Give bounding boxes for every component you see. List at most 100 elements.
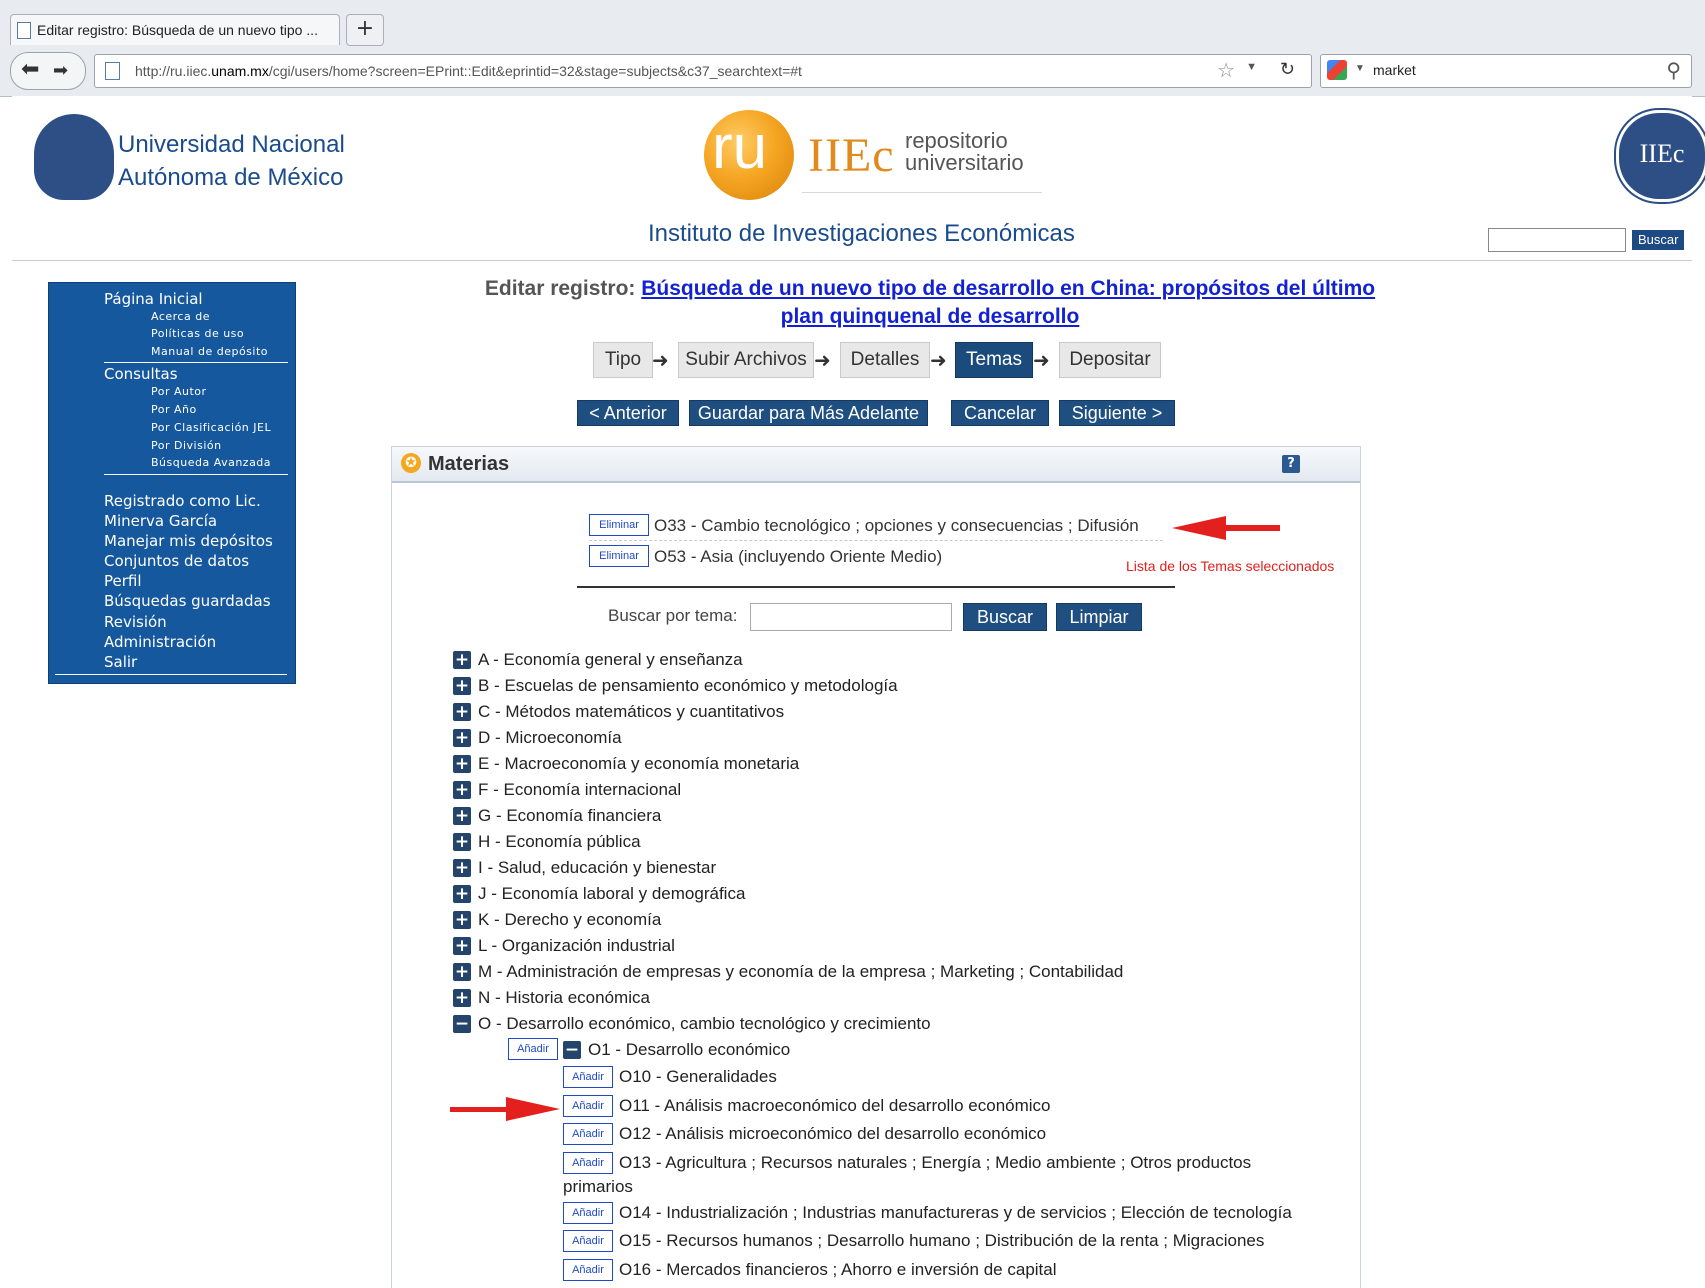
tree-item[interactable]: L - Organización industrial xyxy=(478,936,675,956)
subject-search-input[interactable] xyxy=(750,603,952,631)
sidebar-item-saved-searches[interactable]: Búsquedas guardadas xyxy=(104,592,271,610)
university-line1: Universidad Nacional xyxy=(118,131,345,158)
tree-item[interactable]: I - Salud, educación y bienestar xyxy=(478,858,716,878)
search-by-subject-label: Buscar por tema: xyxy=(608,606,738,625)
collapse-icon[interactable]: − xyxy=(563,1041,581,1059)
tree-item[interactable]: J - Economía laboral y demográfica xyxy=(478,884,745,904)
expand-icon[interactable]: + xyxy=(453,729,471,747)
sidebar-subitem-by-division[interactable]: Por División xyxy=(151,439,222,452)
clear-button[interactable]: Limpiar xyxy=(1056,603,1142,631)
sidebar-item-manage-deposits[interactable]: Manejar mis depósitos xyxy=(104,532,273,550)
next-button[interactable]: Siguiente > xyxy=(1059,400,1175,426)
expand-icon[interactable]: + xyxy=(453,677,471,695)
bookmark-star-icon[interactable]: ☆ xyxy=(1217,58,1235,83)
add-button[interactable]: Añadir xyxy=(508,1038,558,1060)
header-search-input[interactable] xyxy=(1488,228,1626,252)
tree-item[interactable]: D - Microeconomía xyxy=(478,728,622,748)
new-tab-button[interactable]: + xyxy=(346,14,384,46)
sidebar-subitem-by-jel[interactable]: Por Clasificación JEL xyxy=(151,421,271,434)
sidebar-item-datasets[interactable]: Conjuntos de datos xyxy=(104,552,249,570)
expand-icon[interactable]: + xyxy=(453,703,471,721)
expand-icon[interactable]: + xyxy=(453,859,471,877)
remove-button[interactable]: Eliminar xyxy=(589,514,649,536)
browser-search-bar[interactable]: ▼ market ⚲ xyxy=(1320,54,1692,88)
expand-icon[interactable]: + xyxy=(453,755,471,773)
expand-icon[interactable]: + xyxy=(453,833,471,851)
chevron-down-icon[interactable]: ▼ xyxy=(1355,63,1365,74)
magnifier-icon[interactable]: ⚲ xyxy=(1666,58,1681,83)
unam-seal-logo xyxy=(34,114,114,200)
record-title-link[interactable]: Búsqueda de un nuevo tipo de desarrollo … xyxy=(641,277,1375,300)
collapse-icon[interactable]: − xyxy=(453,1015,471,1033)
stage-tipo[interactable]: Tipo xyxy=(593,342,653,378)
add-button[interactable]: Añadir xyxy=(563,1152,613,1174)
expand-icon[interactable]: + xyxy=(453,989,471,1007)
tree-item[interactable]: O - Desarrollo económico, cambio tecnoló… xyxy=(478,1014,931,1034)
sidebar-item-admin[interactable]: Administración xyxy=(104,633,216,651)
header-search-button[interactable]: Buscar xyxy=(1632,230,1685,250)
sidebar-item-profile[interactable]: Perfil xyxy=(104,572,142,590)
tree-item[interactable]: G - Economía financiera xyxy=(478,806,661,826)
tree-item[interactable]: N - Historia económica xyxy=(478,988,650,1008)
add-button[interactable]: Añadir xyxy=(563,1259,613,1281)
tree-item[interactable]: H - Economía pública xyxy=(478,832,641,852)
tree-item[interactable]: K - Derecho y economía xyxy=(478,910,661,930)
sidebar-subitem-about[interactable]: Acerca de xyxy=(151,310,210,323)
google-icon[interactable] xyxy=(1327,60,1347,80)
record-title-link-line2[interactable]: plan quinquenal de desarrollo xyxy=(781,305,1080,328)
sidebar-item-review[interactable]: Revisión xyxy=(104,613,167,631)
add-button[interactable]: Añadir xyxy=(563,1230,613,1252)
materias-header: ✪ Materias ? xyxy=(392,447,1360,483)
expand-icon[interactable]: + xyxy=(453,651,471,669)
forward-arrow-icon[interactable]: ➡ xyxy=(53,60,68,81)
add-button[interactable]: Añadir xyxy=(563,1095,613,1117)
iiec-seal-logo: IIEc xyxy=(1616,110,1705,202)
sidebar-divider xyxy=(55,674,287,675)
tree-item[interactable]: F - Economía internacional xyxy=(478,780,681,800)
stage-temas[interactable]: Temas xyxy=(955,342,1033,378)
sidebar-item-logout[interactable]: Salir xyxy=(104,653,137,671)
add-button[interactable]: Añadir xyxy=(563,1066,613,1088)
arrow-right-icon: ➜ xyxy=(652,348,669,372)
chevron-down-icon[interactable]: ▼ xyxy=(1246,61,1257,73)
tree-item[interactable]: M - Administración de empresas y economí… xyxy=(478,962,1123,982)
university-name[interactable]: Universidad Nacional Autónoma de México xyxy=(118,128,345,194)
previous-button[interactable]: < Anterior xyxy=(577,400,679,426)
sidebar-subitem-by-year[interactable]: Por Año xyxy=(151,403,197,416)
sidebar-item-home[interactable]: Página Inicial xyxy=(104,290,203,308)
tree-item[interactable]: O1 - Desarrollo económico xyxy=(588,1040,790,1060)
browser-tab[interactable]: Editar registro: Búsqueda de un nuevo ti… xyxy=(10,14,340,45)
expand-icon[interactable]: + xyxy=(453,781,471,799)
expand-icon[interactable]: + xyxy=(453,911,471,929)
stage-depositar[interactable]: Depositar xyxy=(1059,342,1161,378)
cancel-button[interactable]: Cancelar xyxy=(951,400,1049,426)
tree-item[interactable]: B - Escuelas de pensamiento económico y … xyxy=(478,676,898,696)
sidebar-subitem-policies[interactable]: Políticas de uso xyxy=(151,327,244,340)
remove-button[interactable]: Eliminar xyxy=(589,545,649,567)
page-icon xyxy=(17,22,31,39)
tree-item[interactable]: E - Macroeconomía y economía monetaria xyxy=(478,754,799,774)
tree-item[interactable]: A - Economía general y enseñanza xyxy=(478,650,743,670)
subject-search-button[interactable]: Buscar xyxy=(963,603,1047,631)
add-button[interactable]: Añadir xyxy=(563,1123,613,1145)
expand-icon[interactable]: + xyxy=(453,963,471,981)
tree-item[interactable]: C - Métodos matemáticos y cuantitativos xyxy=(478,702,784,722)
search-value: market xyxy=(1373,62,1416,78)
stage-subir-archivos[interactable]: Subir Archivos xyxy=(678,342,814,378)
sidebar-subitem-advanced-search[interactable]: Búsqueda Avanzada xyxy=(151,456,271,469)
sidebar-item-consultas[interactable]: Consultas xyxy=(104,365,178,383)
tree-item: O14 - Industrialización ; Industrias man… xyxy=(619,1203,1292,1222)
stage-detalles[interactable]: Detalles xyxy=(840,342,930,378)
sidebar-subitem-by-author[interactable]: Por Autor xyxy=(151,385,207,398)
expand-icon[interactable]: + xyxy=(453,885,471,903)
address-bar[interactable]: http://ru.iiec.unam.mx/cgi/users/home?sc… xyxy=(94,54,1312,88)
back-arrow-icon[interactable]: ⬅ xyxy=(21,57,39,82)
sidebar-subitem-manual[interactable]: Manual de depósito xyxy=(151,345,268,358)
expand-icon[interactable]: + xyxy=(453,937,471,955)
expand-icon[interactable]: + xyxy=(453,807,471,825)
red-arrow-icon xyxy=(450,1097,560,1121)
save-for-later-button[interactable]: Guardar para Más Adelante xyxy=(689,400,928,426)
help-icon[interactable]: ? xyxy=(1282,455,1300,473)
add-button[interactable]: Añadir xyxy=(563,1202,613,1224)
reload-icon[interactable]: ↻ xyxy=(1280,59,1295,80)
